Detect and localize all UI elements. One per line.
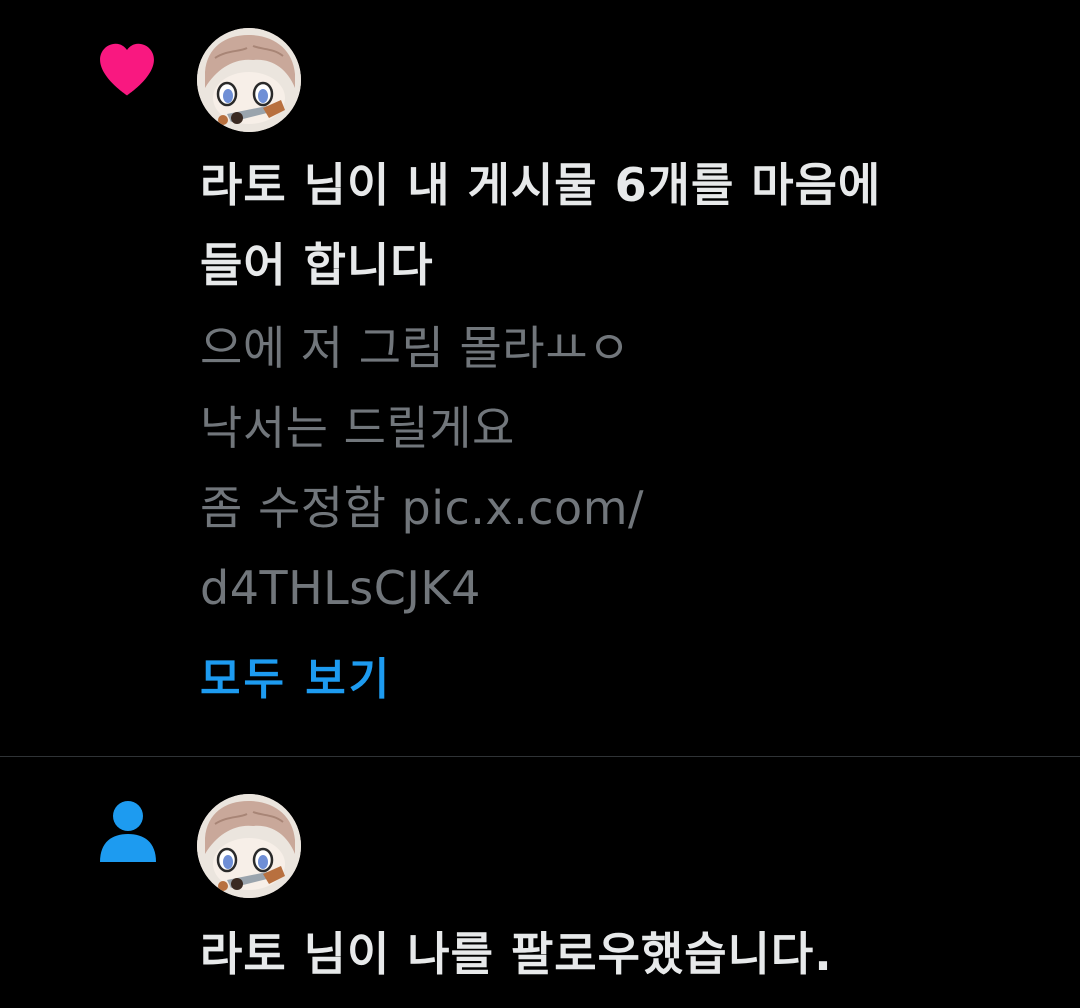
post-line-4: d4THLsCJK4 — [200, 561, 481, 615]
like-notification[interactable]: 라토 님이 내 게시물 6개를 마음에 들어 합니다 으에 저 그림 몰라ㅛㅇ … — [0, 0, 1080, 756]
avatar-illustration — [197, 794, 301, 898]
post-line-2: 낙서는 드릴게요 — [200, 401, 515, 455]
avatar-illustration — [197, 28, 301, 132]
headline-line-2: 들어 합니다 — [200, 238, 434, 292]
notification-text: 라토 님이 나를 팔로우했습니다. — [200, 914, 1030, 994]
heart-icon — [94, 36, 160, 102]
avatar[interactable] — [197, 28, 301, 132]
headline-line-1: 라토 님이 내 게시물 6개를 마음에 — [200, 158, 882, 212]
follow-notification[interactable]: 라토 님이 나를 팔로우했습니다. — [0, 757, 1080, 1008]
post-line-1: 으에 저 그림 몰라ㅛㅇ — [200, 321, 631, 375]
post-preview[interactable]: 으에 저 그림 몰라ㅛㅇ 낙서는 드릴게요 좀 수정함 pic.x.com/ d… — [200, 308, 1030, 628]
post-line-3: 좀 수정함 pic.x.com/ — [200, 481, 645, 535]
notification-text: 라토 님이 내 게시물 6개를 마음에 들어 합니다 — [200, 145, 1030, 305]
headline-line-1: 라토 님이 나를 팔로우했습니다. — [200, 927, 833, 981]
show-all-link[interactable]: 모두 보기 — [200, 640, 392, 720]
person-icon — [98, 798, 158, 864]
avatar[interactable] — [197, 794, 301, 898]
